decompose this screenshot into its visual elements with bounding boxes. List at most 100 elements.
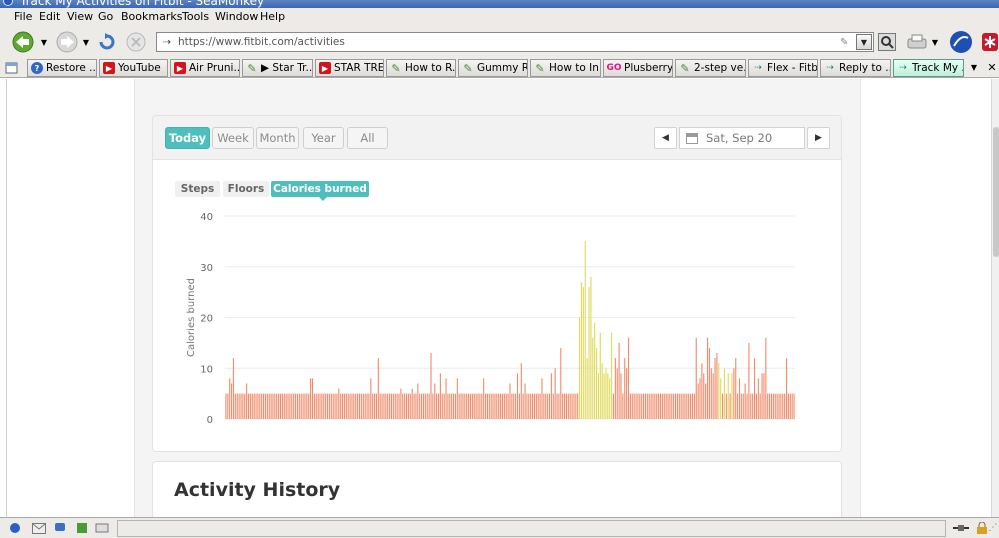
menu-view[interactable]: View <box>67 10 93 23</box>
calorie-bar <box>567 393 569 420</box>
calorie-bar <box>289 393 291 420</box>
menu-window[interactable]: Window <box>215 10 258 23</box>
menu-file[interactable]: File <box>14 10 32 23</box>
calorie-bar <box>626 368 628 419</box>
forward-history-dropdown[interactable]: ▼ <box>80 30 92 54</box>
chat-icon[interactable] <box>54 522 68 534</box>
browser-tab-label: Track My ... <box>912 62 963 74</box>
addon-button[interactable] <box>980 30 999 54</box>
browser-tab[interactable]: ✎ 2-step ve... <box>675 59 746 77</box>
calorie-bar <box>385 393 387 420</box>
calorie-bar <box>631 393 633 420</box>
calorie-bar <box>641 393 643 420</box>
calorie-bar <box>646 393 648 420</box>
go-icon: GO <box>606 63 622 73</box>
calorie-bar <box>524 383 526 419</box>
calorie-bar <box>415 393 417 420</box>
calorie-bar <box>261 393 263 420</box>
calorie-bar <box>229 378 231 419</box>
site-identity-icon[interactable]: ⇢ <box>160 37 174 48</box>
calorie-bar <box>353 393 355 420</box>
browser-tab[interactable]: ✎ How to In... <box>530 59 601 77</box>
menu-edit[interactable]: Edit <box>39 10 60 23</box>
calorie-bar <box>674 393 677 420</box>
calorie-bar <box>763 373 765 419</box>
browser-tab[interactable]: ▶STAR TRE... <box>315 59 384 77</box>
calorie-bar <box>592 337 594 419</box>
browser-tab[interactable]: ? Restore ... <box>27 59 97 77</box>
back-button[interactable] <box>10 30 38 54</box>
calorie-bar <box>650 393 652 420</box>
calorie-bar <box>293 393 295 420</box>
address-book-icon[interactable] <box>95 522 109 534</box>
calorie-bar <box>236 393 238 420</box>
calorie-bar <box>748 342 750 420</box>
calorie-bar <box>326 393 329 420</box>
forward-button[interactable] <box>54 30 80 54</box>
page-scrollbar-thumb[interactable] <box>993 127 999 257</box>
search-button[interactable] <box>877 30 897 54</box>
close-tab-icon[interactable]: ✕ <box>986 58 998 76</box>
calorie-bar <box>609 378 611 419</box>
browser-tab[interactable]: ✎ How to R... <box>386 59 456 77</box>
security-lock-icon[interactable] <box>975 522 989 534</box>
resize-grip-icon[interactable]: ⋰ <box>988 522 998 534</box>
new-tab-icon <box>5 62 18 74</box>
calorie-bar <box>648 393 650 420</box>
calorie-bar <box>738 378 741 419</box>
browser-tab[interactable]: ⇢ Flex - Fitb... <box>748 59 818 77</box>
menu-tools[interactable]: Tools <box>182 10 209 23</box>
calorie-bar <box>552 393 554 420</box>
bookmark-pen-icon[interactable]: ✎ <box>840 37 854 48</box>
calorie-bar <box>682 393 684 420</box>
calorie-bar <box>688 393 690 420</box>
calorie-bar <box>740 393 742 420</box>
calorie-bar <box>663 393 665 420</box>
browser-tab[interactable]: ⇢ Reply to ... <box>820 59 891 77</box>
calorie-bar <box>723 368 726 419</box>
browser-tab[interactable]: ⇢ Track My ... <box>893 59 964 77</box>
calorie-bar <box>753 358 756 419</box>
print-button[interactable] <box>905 30 929 54</box>
calorie-bar <box>554 368 556 419</box>
calorie-bar <box>500 393 502 420</box>
calorie-bar <box>622 393 624 420</box>
browser-tab[interactable]: ✎ ▶ Star Tr... <box>242 59 313 77</box>
reload-button[interactable] <box>96 30 118 54</box>
calorie-bar <box>364 393 366 420</box>
calorie-bar <box>287 393 289 420</box>
calorie-bar <box>419 393 421 420</box>
back-history-dropdown[interactable]: ▼ <box>38 30 50 54</box>
browser-tab[interactable]: ▶ YouTube <box>99 59 168 77</box>
seamonkey-throbber[interactable] <box>948 30 974 54</box>
mail-icon[interactable] <box>32 522 46 534</box>
browser-tab[interactable]: ✎ Gummy R... <box>458 59 528 77</box>
address-bar[interactable]: ⇢ https://www.fitbit.com/activities ✎ ▼ <box>156 32 874 52</box>
calorie-bar <box>428 393 430 420</box>
calorie-bar <box>445 378 447 419</box>
online-status-icon[interactable] <box>952 522 970 534</box>
menu-help[interactable]: Help <box>260 10 285 23</box>
all-tabs-dropdown[interactable]: ▼ <box>968 58 980 76</box>
new-tab-button[interactable] <box>4 60 20 76</box>
calorie-bar <box>644 393 647 420</box>
calorie-bar <box>479 393 481 420</box>
browser-tab-label: Restore ... <box>46 62 96 74</box>
print-dropdown[interactable]: ▼ <box>929 30 941 54</box>
calorie-bar <box>278 393 280 420</box>
browser-tab[interactable]: ▶ Air Pruni... <box>170 59 240 77</box>
navigator-icon[interactable] <box>8 522 22 534</box>
browser-tab[interactable]: GOPlusberry... <box>603 59 673 77</box>
composer-icon[interactable] <box>75 522 89 534</box>
calorie-bar <box>373 393 376 420</box>
calorie-bar <box>522 393 524 420</box>
menu-go[interactable]: Go <box>98 10 113 23</box>
calorie-bar <box>518 393 520 420</box>
calorie-bar <box>727 373 729 419</box>
menu-bookmarks[interactable]: Bookmarks <box>121 10 182 23</box>
calorie-bar <box>509 383 511 419</box>
calorie-bar <box>300 393 302 420</box>
url-history-dropdown[interactable]: ▼ <box>856 34 872 50</box>
stop-button[interactable] <box>124 30 148 54</box>
calorie-bar <box>639 393 641 420</box>
